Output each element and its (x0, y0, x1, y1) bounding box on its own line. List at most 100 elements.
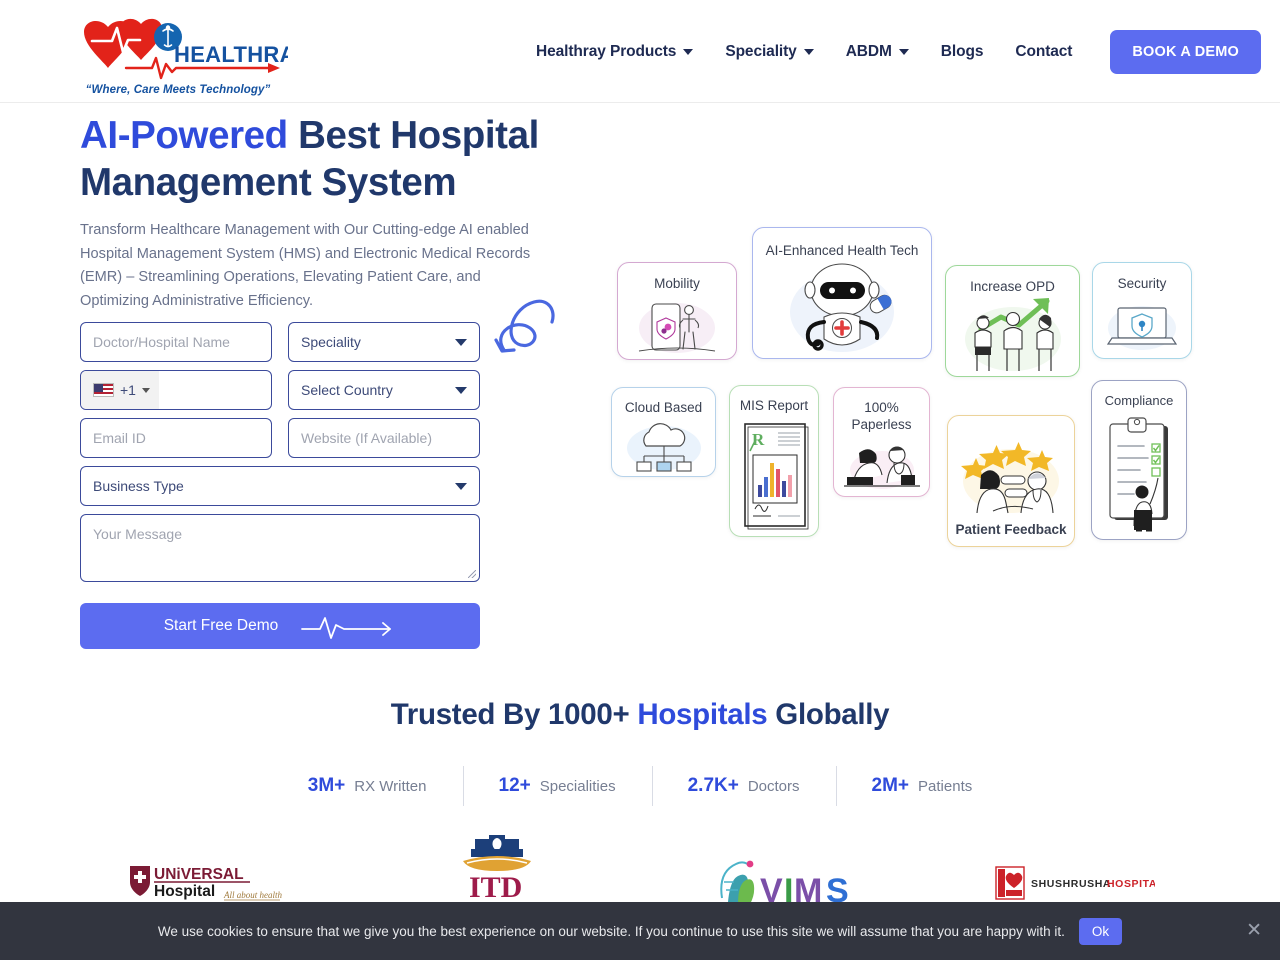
partner-logo-itd: ITD (455, 835, 539, 912)
cookie-accept-button[interactable]: Ok (1078, 917, 1123, 945)
stat-label: Specialities (539, 778, 616, 795)
feature-card-paperless[interactable]: 100% Paperless (833, 387, 930, 497)
country-code-selector[interactable]: +1 (81, 371, 159, 409)
site-logo[interactable]: HEALTHRAY “Where, Care Meets Technology” (68, 6, 288, 98)
main-navigation: Healthray Products Speciality ABDM Blogs… (520, 0, 1262, 103)
country-select-value: Select Country (301, 382, 393, 398)
cookie-message: We use cookies to ensure that we give yo… (157, 923, 1065, 939)
chevron-down-icon (455, 387, 467, 394)
chevron-down-icon (141, 387, 150, 393)
svg-text:Hospital: Hospital (154, 883, 215, 900)
nav-item-speciality[interactable]: Speciality (709, 43, 829, 61)
svg-text:UNiVERSAL: UNiVERSAL (154, 866, 244, 883)
pulse-arrow-icon (301, 617, 392, 639)
svg-text:HEALTHRAY: HEALTHRAY (174, 42, 288, 67)
stat-doctors: 2.7K+ Doctors (651, 766, 836, 806)
compliance-clipboard-illustration-icon (1092, 409, 1186, 539)
country-select[interactable]: Select Country (288, 370, 480, 410)
page-root: HEALTHRAY “Where, Care Meets Technology”… (0, 0, 1280, 960)
stat-label: Patients (918, 778, 973, 795)
business-type-select[interactable]: Business Type (80, 466, 480, 506)
stat-label: RX Written (354, 778, 427, 795)
doctor-hospital-name-input[interactable]: Doctor/Hospital Name (80, 322, 272, 362)
nav-item-contact[interactable]: Contact (999, 43, 1088, 61)
chevron-down-icon (683, 48, 694, 55)
email-input[interactable]: Email ID (80, 418, 272, 458)
form-row-2: +1 Select Country (80, 370, 480, 410)
feature-card-label: AI-Enhanced Health Tech (765, 243, 919, 258)
healthray-logo-icon: HEALTHRAY (84, 18, 288, 80)
feature-card-label: Increase OPD (970, 279, 1055, 294)
feature-card-label: MIS Report (739, 398, 809, 413)
chevron-down-icon (455, 339, 467, 346)
resize-handle[interactable] (468, 570, 476, 578)
curved-arrow-doodle-icon (494, 299, 555, 353)
page-title: AI-Powered Best Hospital Management Syst… (80, 112, 600, 206)
feature-card-cloud-based[interactable]: Cloud Based (611, 387, 716, 477)
form-row-4: Business Type (80, 466, 480, 506)
chevron-down-icon (898, 48, 909, 55)
feature-card-mis-report[interactable]: MIS Report R (729, 385, 819, 537)
stat-value: 2M+ (871, 775, 910, 796)
nav-label: Contact (1015, 42, 1073, 60)
nav-label: ABDM (845, 42, 892, 60)
cloud-network-illustration-icon (612, 416, 715, 476)
speciality-select[interactable]: Speciality (288, 322, 480, 362)
feature-card-label: Security (1117, 276, 1167, 291)
mobility-illustration-icon (618, 292, 736, 359)
logo-tagline: “Where, Care Meets Technology” (85, 84, 271, 96)
shushrusha-hospital-logo-icon: SHUSHRUSHA HOSPITAL (995, 866, 1164, 900)
message-textarea[interactable]: Your Message (80, 514, 480, 582)
form-row-3: Email ID Website (If Available) (80, 418, 480, 458)
mis-report-document-illustration-icon: R (730, 414, 818, 536)
nav-item-healthray-products[interactable]: Healthray Products (520, 43, 709, 61)
feature-card-compliance[interactable]: Compliance (1091, 380, 1187, 540)
svg-text:All about health: All about health (223, 890, 282, 900)
feature-card-label: Patient Feedback (955, 522, 1067, 537)
nav-label: Healthray Products (536, 42, 677, 60)
feature-card-label: Mobility (654, 276, 700, 291)
feature-card-ai-health-tech[interactable]: AI-Enhanced Health Tech (752, 227, 932, 359)
ai-robot-illustration-icon (753, 259, 931, 358)
increase-opd-illustration-icon (946, 295, 1079, 377)
feature-cards-illustration: Mobility AI-Enhanced Health Tech Increas… (600, 215, 1200, 547)
phone-number-input[interactable]: +1 (80, 370, 272, 410)
trusted-title-post: Globally (767, 698, 890, 731)
partner-logo-shushrusha-hospital: SHUSHRUSHA HOSPITAL (995, 866, 1164, 905)
stat-label: Doctors (747, 778, 800, 795)
chevron-down-icon (455, 483, 467, 490)
stat-value: 2.7K+ (687, 775, 739, 796)
stats-row: 3M+ RX Written 12+ Specialities 2.7K+ Do… (0, 766, 1280, 806)
stat-value: 12+ (498, 775, 531, 796)
feature-card-label: Compliance (1104, 393, 1174, 408)
svg-text:R: R (752, 430, 765, 449)
country-dial-code: +1 (120, 382, 136, 398)
site-header: HEALTHRAY “Where, Care Meets Technology”… (0, 0, 1280, 103)
trusted-title-pre: Trusted By 1000+ (390, 698, 638, 731)
security-laptop-shield-illustration-icon (1093, 292, 1191, 358)
close-icon[interactable]: ✕ (1246, 921, 1262, 940)
website-input[interactable]: Website (If Available) (288, 418, 480, 458)
chevron-down-icon (803, 48, 814, 55)
feature-card-security[interactable]: Security (1092, 262, 1192, 359)
nav-item-abdm[interactable]: ABDM (830, 43, 925, 61)
demo-request-form: Doctor/Hospital Name Speciality +1 Selec… (80, 322, 480, 649)
universal-hospital-logo-icon: UNiVERSAL Hospital All about health (130, 866, 282, 901)
patient-feedback-illustration-icon (948, 426, 1074, 521)
hero-title-accent: AI-Powered (80, 114, 288, 157)
trusted-title-accent: Hospitals (637, 698, 768, 731)
nav-item-blogs[interactable]: Blogs (925, 43, 1000, 61)
start-free-demo-button[interactable]: Start Free Demo (80, 603, 480, 649)
book-a-demo-button[interactable]: BOOK A DEMO (1110, 29, 1262, 74)
nav-label: Speciality (725, 42, 797, 60)
svg-text:ITD: ITD (469, 871, 522, 904)
us-flag-icon (93, 383, 114, 397)
svg-text:HOSPITAL: HOSPITAL (1107, 878, 1155, 890)
svg-text:SHUSHRUSHA: SHUSHRUSHA (1031, 878, 1111, 890)
feature-card-mobility[interactable]: Mobility (617, 262, 737, 360)
message-placeholder: Your Message (93, 526, 182, 542)
submit-label: Start Free Demo (163, 617, 279, 634)
form-row-1: Doctor/Hospital Name Speciality (80, 322, 480, 362)
feature-card-patient-feedback[interactable]: Patient Feedback (947, 415, 1075, 547)
feature-card-increase-opd[interactable]: Increase OPD (945, 265, 1080, 377)
